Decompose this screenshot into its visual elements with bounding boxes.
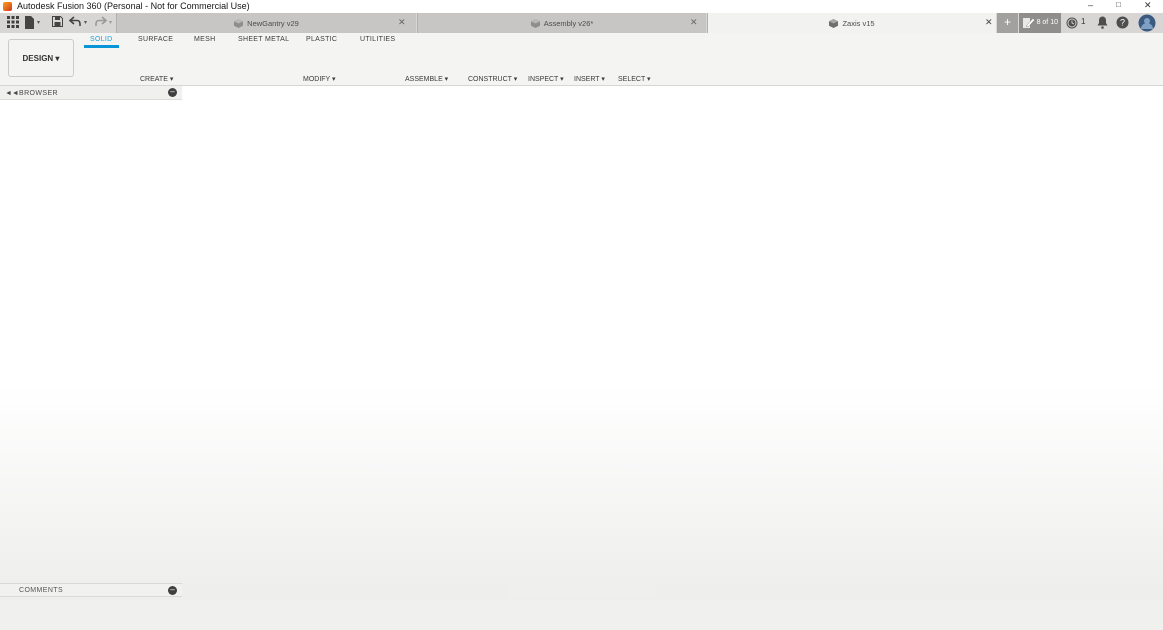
svg-text:?: ? <box>1120 18 1125 28</box>
